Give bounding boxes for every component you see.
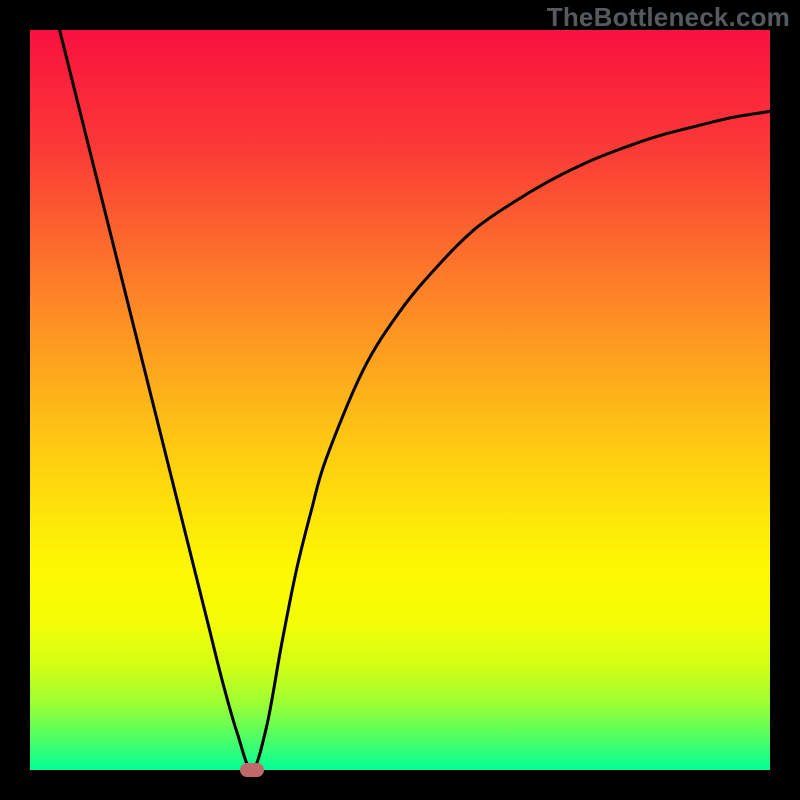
background-gradient [30, 30, 770, 770]
watermark-text: TheBottleneck.com [547, 2, 790, 33]
plot-area [30, 30, 770, 770]
minimum-marker [240, 763, 264, 777]
chart-frame: TheBottleneck.com [0, 0, 800, 800]
